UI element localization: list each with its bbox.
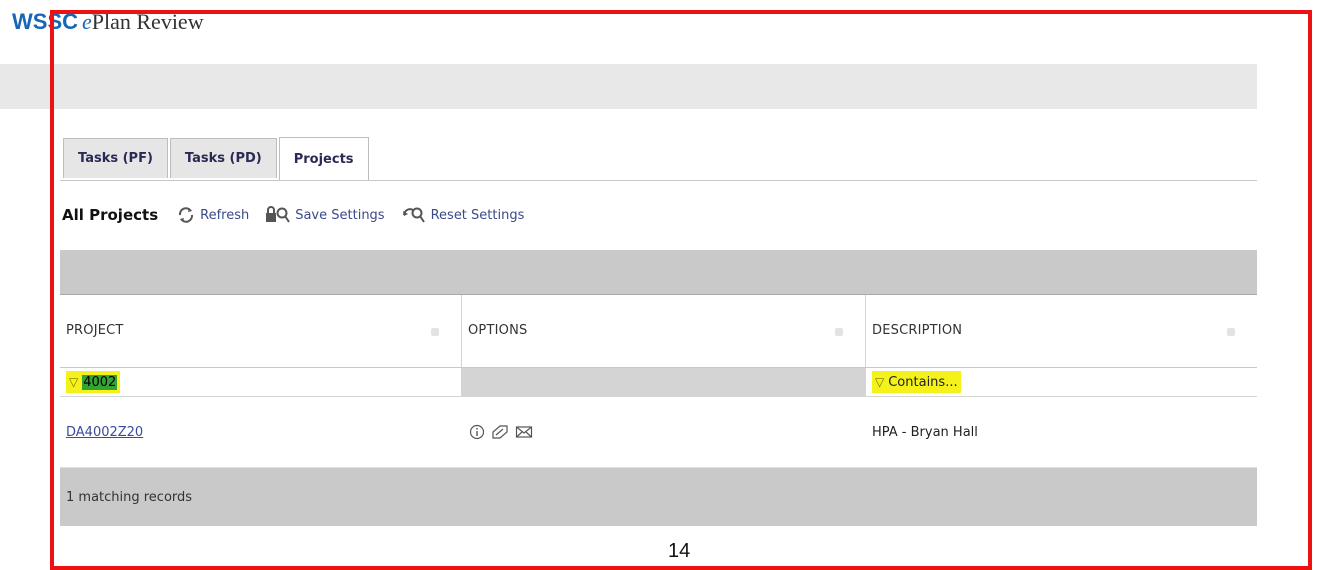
project-filter-input[interactable]: ▽ 4002 — [60, 368, 462, 396]
description-filter-input[interactable]: ▽ Contains... — [866, 368, 1257, 396]
record-count: 1 matching records — [66, 489, 193, 505]
info-icon[interactable] — [469, 424, 485, 440]
column-header-description-label: DESCRIPTION — [872, 323, 963, 338]
logo-title: Plan Review — [91, 9, 204, 34]
grid-footer: 1 matching records — [60, 468, 1257, 526]
column-header-options[interactable]: OPTIONS — [462, 295, 866, 367]
column-header-description[interactable]: DESCRIPTION — [866, 295, 1257, 367]
save-settings-label: Save Settings — [295, 207, 385, 223]
table-row: DA4002Z20 HPA - Bryan Hall — [60, 397, 1257, 468]
toolbar: All Projects Refresh Save Settings Reset… — [62, 203, 540, 227]
filter-funnel-icon[interactable]: ▽ — [69, 375, 78, 389]
projects-grid: PROJECT OPTIONS DESCRIPTION ▽ 4002 ▽ Con… — [60, 250, 1257, 526]
options-cell — [462, 397, 866, 467]
column-menu-icon[interactable] — [1227, 328, 1235, 336]
options-filter-cell — [462, 368, 866, 396]
email-icon[interactable] — [515, 424, 533, 440]
tab-tasks-pd[interactable]: Tasks (PD) — [169, 138, 277, 178]
grid-header-row: PROJECT OPTIONS DESCRIPTION — [60, 295, 1257, 368]
grid-filter-row: ▽ 4002 ▽ Contains... — [60, 368, 1257, 397]
project-filter-highlight: ▽ 4002 — [66, 371, 121, 393]
reset-settings-button[interactable]: Reset Settings — [401, 206, 525, 224]
description-cell: HPA - Bryan Hall — [872, 424, 978, 440]
project-link[interactable]: DA4002Z20 — [66, 425, 143, 440]
save-settings-icon — [266, 206, 291, 223]
refresh-icon — [179, 207, 194, 223]
reset-settings-label: Reset Settings — [430, 207, 525, 223]
refresh-label: Refresh — [200, 207, 250, 223]
project-cell: DA4002Z20 — [60, 397, 462, 467]
page-number: 14 — [668, 540, 691, 562]
tab-tasks-pf[interactable]: Tasks (PF) — [63, 138, 168, 178]
column-menu-icon[interactable] — [431, 328, 439, 336]
description-filter-placeholder: Contains... — [888, 374, 958, 390]
refresh-button[interactable]: Refresh — [176, 206, 249, 224]
save-settings-button[interactable]: Save Settings — [265, 206, 385, 224]
grid-group-bar — [60, 250, 1257, 295]
column-header-options-label: OPTIONS — [468, 323, 528, 338]
edit-icon[interactable] — [491, 424, 509, 440]
app-logo: WSSC ePlan Review — [12, 8, 204, 37]
logo-e: e — [82, 9, 92, 34]
tab-projects[interactable]: Projects — [278, 137, 369, 180]
column-header-project-label: PROJECT — [66, 323, 124, 338]
tab-strip: Tasks (PF) Tasks (PD) Projects — [63, 137, 371, 180]
description-filter-highlight: ▽ Contains... — [872, 371, 961, 393]
section-title: All Projects — [62, 206, 159, 224]
header-bar — [0, 64, 1257, 109]
column-menu-icon[interactable] — [835, 328, 843, 336]
column-header-project[interactable]: PROJECT — [60, 295, 462, 367]
tab-divider — [60, 180, 1257, 181]
filter-funnel-icon[interactable]: ▽ — [875, 375, 884, 389]
logo-wssc: WSSC — [12, 9, 78, 34]
project-filter-value: 4002 — [82, 374, 118, 390]
reset-settings-icon — [402, 207, 425, 223]
